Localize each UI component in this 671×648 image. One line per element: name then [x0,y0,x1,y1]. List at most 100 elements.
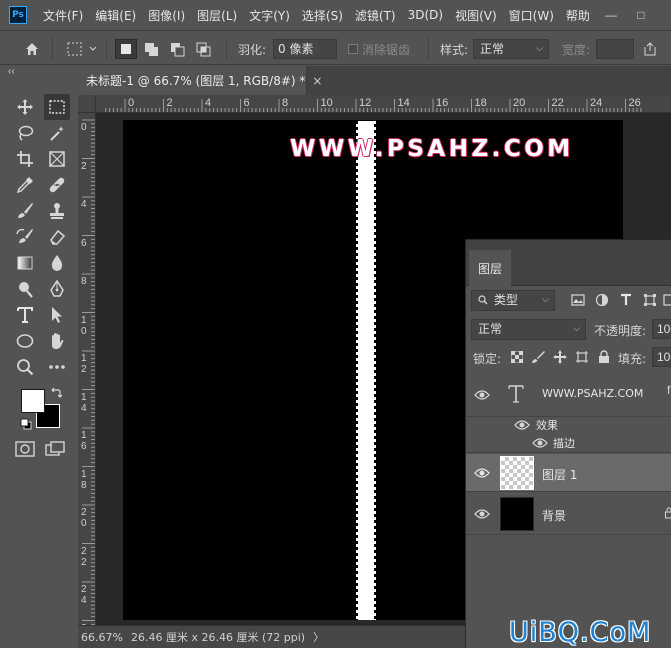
ellipse-tool-icon[interactable] [12,328,38,354]
menu-select[interactable]: 选择(S) [296,7,349,24]
fill-input[interactable]: 100 [652,347,671,367]
filter-type-icon[interactable] [618,292,634,308]
subtract-from-selection-button[interactable] [167,39,189,59]
document-tab[interactable]: 未标题-1 @ 66.7% (图层 1, RGB/8#) * × [78,66,322,95]
quick-mask-icon[interactable] [14,440,36,458]
lock-position-icon[interactable] [552,349,568,365]
magic-wand-tool-icon[interactable] [44,120,70,146]
antialias-checkbox[interactable] [348,44,358,54]
ruler-origin[interactable] [78,95,96,113]
selection-marquee-left [356,121,358,620]
foreground-color-swatch[interactable] [21,389,45,413]
ruler-left-label: 4 [81,199,87,210]
vertical-ruler[interactable]: 024681 01 21 41 61 82 02 22 42 [78,113,96,625]
layer-effects-row[interactable]: 效果 描边 [466,417,671,453]
ruler-top-label: 10 [320,97,333,109]
brush-tool-icon[interactable] [12,198,38,224]
layer-row-text[interactable]: WWW.PSAHZ.COM f [466,373,671,417]
add-to-selection-button[interactable] [141,39,163,59]
eraser-tool-icon[interactable] [44,224,70,250]
menu-window[interactable]: 窗口(W) [503,7,560,24]
zoom-level[interactable]: 66.67% [81,631,127,644]
eyedropper-tool-icon[interactable] [12,172,38,198]
lock-image-pixels-icon[interactable] [530,349,546,365]
pen-tool-icon[interactable] [44,276,70,302]
background-lock-icon[interactable] [665,507,671,519]
gradient-tool-icon[interactable] [12,250,38,276]
effects-visibility-eye-icon[interactable] [514,419,530,431]
lock-artboard-icon[interactable] [574,349,590,365]
spot-healing-brush-tool-icon[interactable] [44,172,70,198]
hand-tool-icon[interactable] [44,328,70,354]
move-tool-icon[interactable] [12,94,38,120]
default-colors-icon[interactable] [20,418,32,430]
width-input[interactable] [596,39,634,59]
layers-panel: 图层 类型 ⌵ 正常 ⌵ 不透明度: 100 锁定: [465,239,671,648]
feather-input[interactable]: 0 像素 [273,39,337,59]
ruler-top-label: 14 [397,97,410,109]
width-label: 宽度: [562,43,591,57]
maximize-button[interactable]: □ [626,8,656,22]
crop-tool-icon[interactable] [12,146,38,172]
layer-row-background[interactable]: 背景 [466,493,671,535]
layer-effects-fx-icon[interactable]: f [667,383,670,397]
intersect-selection-button[interactable] [193,39,215,59]
menu-file[interactable]: 文件(F) [37,7,89,24]
document-tab-title: 未标题-1 @ 66.7% (图层 1, RGB/8#) * [86,74,306,88]
menu-view[interactable]: 视图(V) [449,7,503,24]
more-tools-icon[interactable] [44,354,70,380]
ruler-top-label: 18 [474,97,487,109]
rectangular-marquee-tool-icon[interactable] [44,94,70,120]
opacity-input[interactable]: 100 [652,319,671,339]
lock-all-icon[interactable] [596,349,612,365]
style-select[interactable]: 正常 ⌵ [473,39,549,59]
menu-layer[interactable]: 图层(L) [191,7,243,24]
menu-filter[interactable]: 滤镜(T) [349,7,402,24]
marquee-preset-picker[interactable] [63,39,101,59]
lock-transparent-pixels-icon[interactable] [509,349,525,365]
menu-type[interactable]: 文字(Y) [243,7,296,24]
menu-image[interactable]: 图像(I) [142,7,191,24]
filter-pixel-icon[interactable] [570,292,586,308]
lasso-tool-icon[interactable] [12,120,38,146]
visibility-eye-icon[interactable] [474,389,490,401]
layer-name: 背景 [542,509,567,523]
home-icon[interactable] [22,39,42,59]
document-info: 26.46 厘米 x 26.46 厘米 (72 ppi) [131,631,306,644]
swap-colors-icon[interactable] [50,387,63,399]
new-selection-button[interactable] [115,39,137,59]
layer-filter-select[interactable]: 类型 ⌵ [471,290,555,311]
clone-stamp-tool-icon[interactable] [44,198,70,224]
frame-tool-icon[interactable] [44,146,70,172]
filter-adjustment-icon[interactable] [594,292,610,308]
menu-3d[interactable]: 3D(D) [402,8,449,22]
horizontal-ruler[interactable]: 0 2 4 6 8 10 12 14 16 18 20 22 24 26 [78,95,671,113]
layer-name: 图层 1 [542,468,578,482]
path-selection-tool-icon[interactable] [44,302,70,328]
screen-mode-icon[interactable] [44,440,68,458]
collapse-toolbar-icon[interactable]: ‹‹ [8,66,15,77]
zoom-tool-icon[interactable] [12,354,38,380]
visibility-eye-icon[interactable] [474,467,490,479]
blur-tool-icon[interactable] [44,250,70,276]
history-brush-tool-icon[interactable] [12,224,38,250]
type-tool-icon[interactable] [12,302,38,328]
menu-edit[interactable]: 编辑(E) [89,7,142,24]
filter-smart-object-icon[interactable] [662,292,671,308]
ruler-top-label: 12 [359,97,372,109]
layers-tab[interactable]: 图层 [469,250,511,286]
minimize-button[interactable]: — [596,8,626,22]
filter-shape-icon[interactable] [642,292,658,308]
menu-help[interactable]: 帮助 [560,7,596,24]
blend-mode-select[interactable]: 正常 ⌵ [471,319,586,340]
photoshop-logo-icon[interactable]: Ps [9,6,27,24]
ruler-top-label: 20 [513,97,526,109]
swap-width-height-icon[interactable] [640,39,660,59]
blend-mode-value: 正常 [478,322,503,336]
layer-row-layer-1[interactable]: 图层 1 [466,454,671,492]
stroke-visibility-eye-icon[interactable] [532,437,548,449]
status-menu-arrow[interactable]: 〉 [313,629,324,645]
close-tab-icon[interactable]: × [312,74,322,88]
dodge-tool-icon[interactable] [12,276,38,302]
visibility-eye-icon[interactable] [474,508,490,520]
